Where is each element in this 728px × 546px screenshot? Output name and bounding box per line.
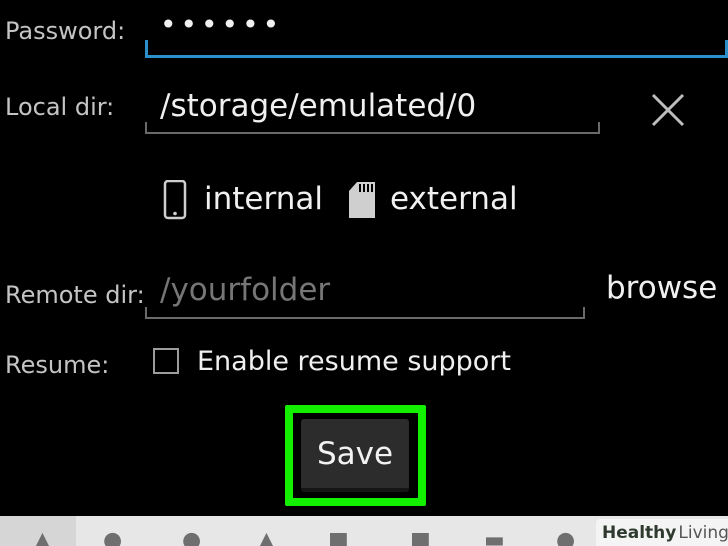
- watermark: Healthy Living: [596, 519, 728, 546]
- keyboard-key-fragment: ▬: [484, 528, 505, 546]
- clear-button[interactable]: [648, 90, 688, 130]
- close-icon: [651, 93, 685, 127]
- remotedir-underline-right-tick: [583, 307, 585, 319]
- resume-checkbox[interactable]: [153, 348, 179, 374]
- save-button[interactable]: Save: [301, 419, 409, 492]
- localdir-underline-right-tick: [598, 122, 600, 134]
- resume-checkbox-label[interactable]: Enable resume support: [197, 346, 511, 377]
- resume-label: Resume:: [5, 351, 110, 379]
- external-label: external: [390, 181, 518, 217]
- browse-button[interactable]: browse: [606, 270, 717, 306]
- keyboard-key-fragment: ▲: [258, 528, 275, 546]
- keyboard-key-fragment: ■: [328, 528, 349, 546]
- remotedir-label: Remote dir:: [5, 281, 145, 309]
- phone-icon: [163, 180, 187, 220]
- localdir-label: Local dir:: [5, 93, 115, 121]
- password-underline-edge: [145, 40, 148, 58]
- watermark-brand-bold: Healthy: [602, 522, 677, 543]
- watermark-brand-light: Living: [678, 522, 728, 543]
- keyboard-key-fragment: ●: [556, 528, 576, 546]
- keyboard-key-fragment: ●: [103, 528, 123, 546]
- localdir-field[interactable]: /storage/emulated/0: [160, 88, 476, 124]
- password-label: Password:: [5, 17, 126, 45]
- remotedir-underline-left-tick: [145, 307, 147, 319]
- localdir-underline: [145, 132, 600, 134]
- external-storage-option[interactable]: external: [345, 178, 520, 222]
- keyboard-key-fragment: ●: [182, 528, 202, 546]
- remotedir-input[interactable]: /yourfolder: [160, 272, 330, 308]
- keyboard-key-fragment: ■: [410, 528, 431, 546]
- remotedir-underline: [145, 317, 585, 319]
- password-underline: [145, 55, 728, 58]
- internal-storage-option[interactable]: internal: [162, 178, 323, 222]
- sd-card-icon: [349, 182, 375, 218]
- keyboard-key-fragment: ▲: [34, 528, 51, 546]
- password-field[interactable]: ••••••: [160, 8, 283, 41]
- localdir-underline-left-tick: [145, 122, 147, 134]
- internal-label: internal: [204, 181, 323, 217]
